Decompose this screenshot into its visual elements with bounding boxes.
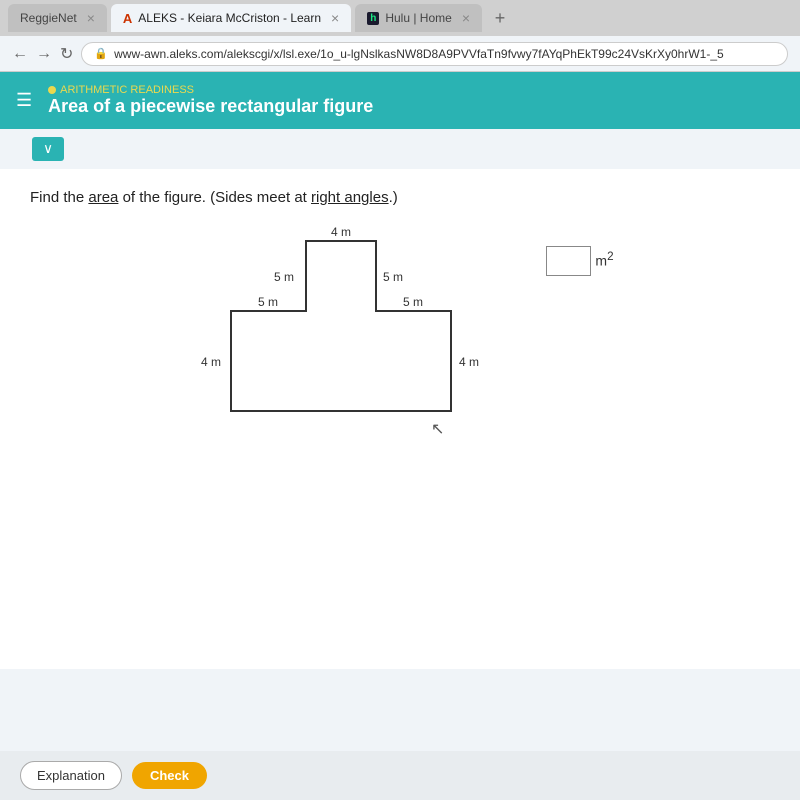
url-bar[interactable]: 🔒 www-awn.aleks.com/alekscgi/x/lsl.exe/1… [81, 42, 788, 66]
shape-wrapper: 4 m 5 m 5 m 5 m 5 m 4 m 4 m ↖ [176, 226, 516, 446]
hamburger-menu[interactable]: ☰ [16, 90, 32, 111]
tab-close-reggiennet[interactable]: × [87, 10, 95, 26]
question-text: Find the area of the figure. (Sides meet… [30, 189, 780, 206]
unit-label: m2 [595, 250, 613, 269]
tab-close-aleks[interactable]: × [331, 10, 339, 26]
status-dot [48, 86, 56, 94]
expand-button[interactable]: ∨ [32, 137, 64, 161]
tab-aleks[interactable]: A ALEKS - Keiara McCriston - Learn × [111, 4, 351, 32]
new-tab-button[interactable]: + [486, 4, 514, 32]
cursor-indicator: ↖ [431, 421, 444, 438]
tab-hulu[interactable]: h Hulu | Home × [355, 4, 482, 32]
label-bottom-left: 4 m [201, 355, 221, 369]
label-top: 4 m [331, 226, 351, 239]
tab-label-hulu: Hulu | Home [385, 11, 451, 25]
aleks-header: ☰ ARITHMETIC READINESS Area of a piecewi… [0, 72, 800, 129]
area-word: area [88, 189, 118, 206]
browser-chrome: ReggieNet × A ALEKS - Keiara McCriston -… [0, 0, 800, 72]
label-left-top: 5 m [274, 270, 294, 284]
back-button[interactable]: ← [12, 45, 28, 63]
label-bottom-right: 4 m [459, 355, 479, 369]
tab-label-aleks: ALEKS - Keiara McCriston - Learn [138, 11, 321, 25]
forward-button[interactable]: → [36, 45, 52, 63]
label-middle-left: 5 m [258, 295, 278, 309]
url-text: www-awn.aleks.com/alekscgi/x/lsl.exe/1o_… [114, 47, 724, 61]
refresh-button[interactable]: ↻ [60, 44, 73, 64]
shape-polygon [231, 241, 451, 411]
check-button[interactable]: Check [132, 762, 207, 789]
lock-icon: 🔒 [94, 47, 108, 60]
tab-close-hulu[interactable]: × [462, 10, 470, 26]
label-right-top: 5 m [383, 270, 403, 284]
question-area: Find the area of the figure. (Sides meet… [0, 169, 800, 669]
answer-input[interactable] [546, 246, 591, 276]
aleks-icon: A [123, 11, 132, 26]
answer-box: m2 [546, 246, 613, 276]
subject-label: ARITHMETIC READINESS [60, 84, 194, 96]
right-angles-word: right angles [311, 189, 389, 206]
page-title: Area of a piecewise rectangular figure [48, 96, 373, 117]
figure-container: 4 m 5 m 5 m 5 m 5 m 4 m 4 m ↖ [30, 226, 780, 446]
address-bar: ← → ↻ 🔒 www-awn.aleks.com/alekscgi/x/lsl… [0, 36, 800, 72]
tab-label: ReggieNet [20, 11, 77, 25]
label-middle-right: 5 m [403, 295, 423, 309]
content-area: ☰ ARITHMETIC READINESS Area of a piecewi… [0, 72, 800, 800]
exponent: 2 [607, 250, 613, 263]
tab-reggiennet[interactable]: ReggieNet × [8, 4, 107, 32]
header-text: ARITHMETIC READINESS Area of a piecewise… [48, 84, 373, 117]
explanation-button[interactable]: Explanation [20, 761, 122, 790]
header-subtitle: ARITHMETIC READINESS [48, 84, 373, 96]
hulu-icon: h [367, 12, 379, 25]
shape-svg: 4 m 5 m 5 m 5 m 5 m 4 m 4 m ↖ [176, 226, 516, 456]
bottom-bar: Explanation Check [0, 751, 800, 800]
tab-bar: ReggieNet × A ALEKS - Keiara McCriston -… [0, 0, 800, 36]
